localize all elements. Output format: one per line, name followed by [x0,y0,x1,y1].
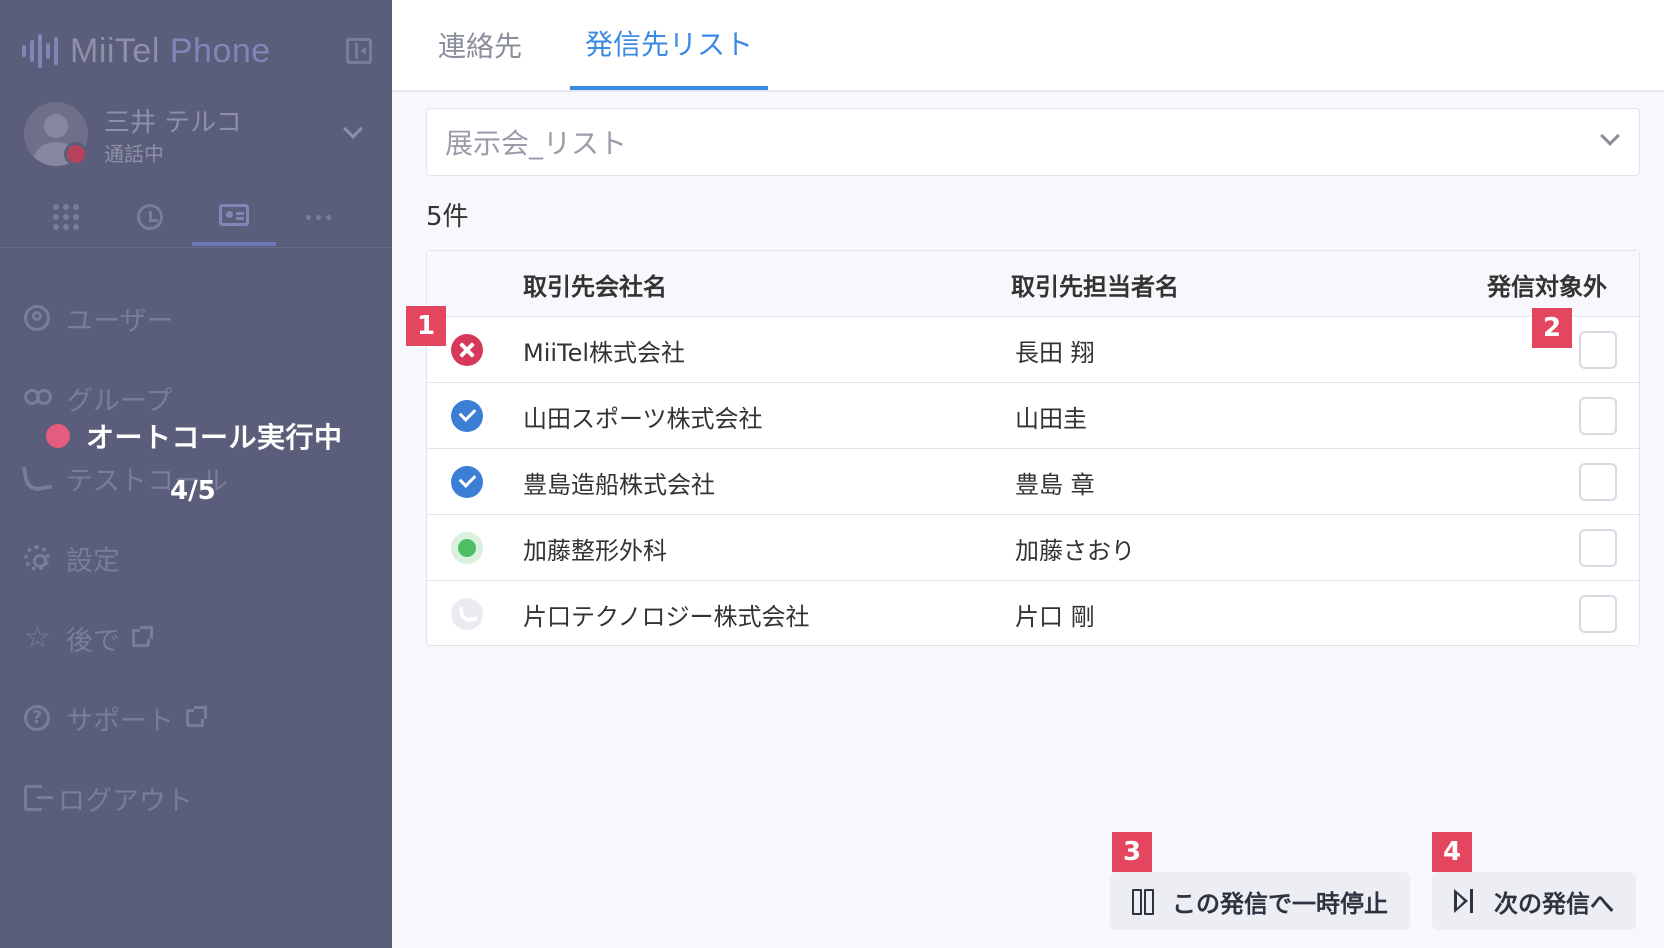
exclude-checkbox[interactable] [1579,463,1617,501]
autocall-progress: 4/5 [170,476,216,506]
tab-call-list[interactable]: 発信先リスト [570,0,768,90]
user-circle-icon [24,305,50,331]
logo-phone: Phone [169,31,271,70]
nav-settings[interactable]: 設定 [24,538,120,578]
autocall-status: オートコール実行中 [46,414,343,458]
user-menu[interactable]: 三井 テルコ 通話中 [24,102,364,168]
check-status-icon [451,466,483,498]
nav-support[interactable]: ? サポート [24,698,207,738]
phone-icon [21,462,53,494]
external-link-icon [132,626,153,647]
annotation-badge-2: 2 [1532,308,1572,348]
company-name: 片口テクノロジー株式会社 [523,602,810,631]
error-status-icon [451,334,483,366]
tab-contacts-list[interactable]: 連絡先 [412,0,548,90]
nav-groups-label: グループ [66,385,173,417]
annotation-badge-4: 4 [1432,832,1472,872]
header-company: 取引先会社名 [523,272,667,301]
contact-card-icon [219,204,249,226]
nav-later-label: 後で [66,625,120,657]
check-status-icon [451,400,483,432]
table-header: 取引先会社名 取引先担当者名 発信対象外 [427,251,1639,317]
header-contact: 取引先担当者名 [1011,272,1179,301]
contact-name: 片口 剛 [1015,602,1095,631]
next-call-button[interactable]: 次の発信へ [1432,872,1636,930]
logo-miitel: MiiTel [70,31,160,70]
company-name: 山田スポーツ株式会社 [523,404,763,433]
nav-groups[interactable]: グループ [24,378,172,418]
collapse-sidebar-icon[interactable] [346,38,372,64]
pause-after-call-button[interactable]: この発信で一時停止 [1110,872,1410,930]
logout-icon [24,785,53,811]
user-status: 通話中 [104,142,164,166]
tab-contacts[interactable] [192,188,276,246]
logo-bars-icon [22,34,58,68]
call-list-select[interactable]: 展示会_リスト [426,108,1640,176]
main-panel: 連絡先 発信先リスト 展示会_リスト 5件 取引先会社名 取引先担当者名 発信対… [392,0,1664,948]
user-name: 三井 テルコ [104,108,242,138]
contact-name: 長田 翔 [1015,338,1095,367]
nav-users-label: ユーザー [66,305,174,337]
contact-name: 山田圭 [1015,404,1087,433]
contact-name: 加藤さおり [1015,536,1135,565]
call-list-select-value: 展示会_リスト [445,127,628,160]
nav-later[interactable]: ☆ 後で [24,618,153,658]
chevron-down-icon [1600,126,1620,146]
star-icon: ☆ [24,620,51,655]
logo-text: MiiTel Phone [70,32,271,71]
nav-logout-label: ログアウト [58,785,193,817]
company-name: 加藤整形外科 [523,536,667,565]
external-link-icon [186,706,207,727]
table-row[interactable]: 豊島造船株式会社 豊島 章 [427,449,1639,515]
more-dots-icon [305,214,331,220]
next-button-label: 次の発信へ [1494,889,1614,918]
history-icon [137,204,163,230]
nav-settings-label: 設定 [66,545,120,577]
chevron-down-icon[interactable] [343,119,363,139]
call-status-dot-icon [64,142,88,166]
skip-next-icon [1454,889,1476,913]
contact-name: 豊島 章 [1015,470,1095,499]
exclude-checkbox[interactable] [1579,397,1617,435]
exclude-checkbox[interactable] [1579,595,1617,633]
top-tabs: 連絡先 発信先リスト [392,0,1664,92]
annotation-badge-3: 3 [1112,832,1152,872]
table-row[interactable]: 片口テクノロジー株式会社 片口 剛 [427,581,1639,647]
nav-users[interactable]: ユーザー [24,298,173,338]
result-count: 5件 [426,202,469,232]
call-list-table: 取引先会社名 取引先担当者名 発信対象外 MiiTel株式会社 長田 翔 山田ス… [426,250,1640,646]
annotation-badge-1: 1 [406,306,446,346]
tab-history[interactable] [108,188,192,246]
table-row[interactable]: 加藤整形外科 加藤さおり [427,515,1639,581]
dialpad-icon [53,204,79,230]
exclude-checkbox[interactable] [1579,529,1617,567]
pause-button-label: この発信で一時停止 [1172,889,1388,918]
sidebar: MiiTel Phone 三井 テルコ 通話中 ユーザー グループ テストコール… [0,0,392,948]
pause-icon [1132,889,1154,915]
autocall-dot-icon [46,424,70,448]
table-row[interactable]: MiiTel株式会社 長田 翔 [427,317,1639,383]
nav-logout[interactable]: ログアウト [24,778,193,818]
logo: MiiTel Phone [22,30,372,72]
exclude-checkbox[interactable] [1579,331,1617,369]
tab-more[interactable] [276,188,360,246]
company-name: MiiTel株式会社 [523,338,686,367]
group-icon [24,385,52,411]
company-name: 豊島造船株式会社 [523,470,715,499]
autocall-label: オートコール実行中 [86,421,343,454]
table-row[interactable]: 山田スポーツ株式会社 山田圭 [427,383,1639,449]
gear-icon [24,545,50,571]
in-call-status-icon [451,532,483,564]
pending-phone-icon [451,598,483,630]
nav-support-label: サポート [66,705,174,737]
tab-dialpad[interactable] [24,188,108,246]
sidebar-tabs [0,188,392,248]
help-icon: ? [24,705,50,731]
